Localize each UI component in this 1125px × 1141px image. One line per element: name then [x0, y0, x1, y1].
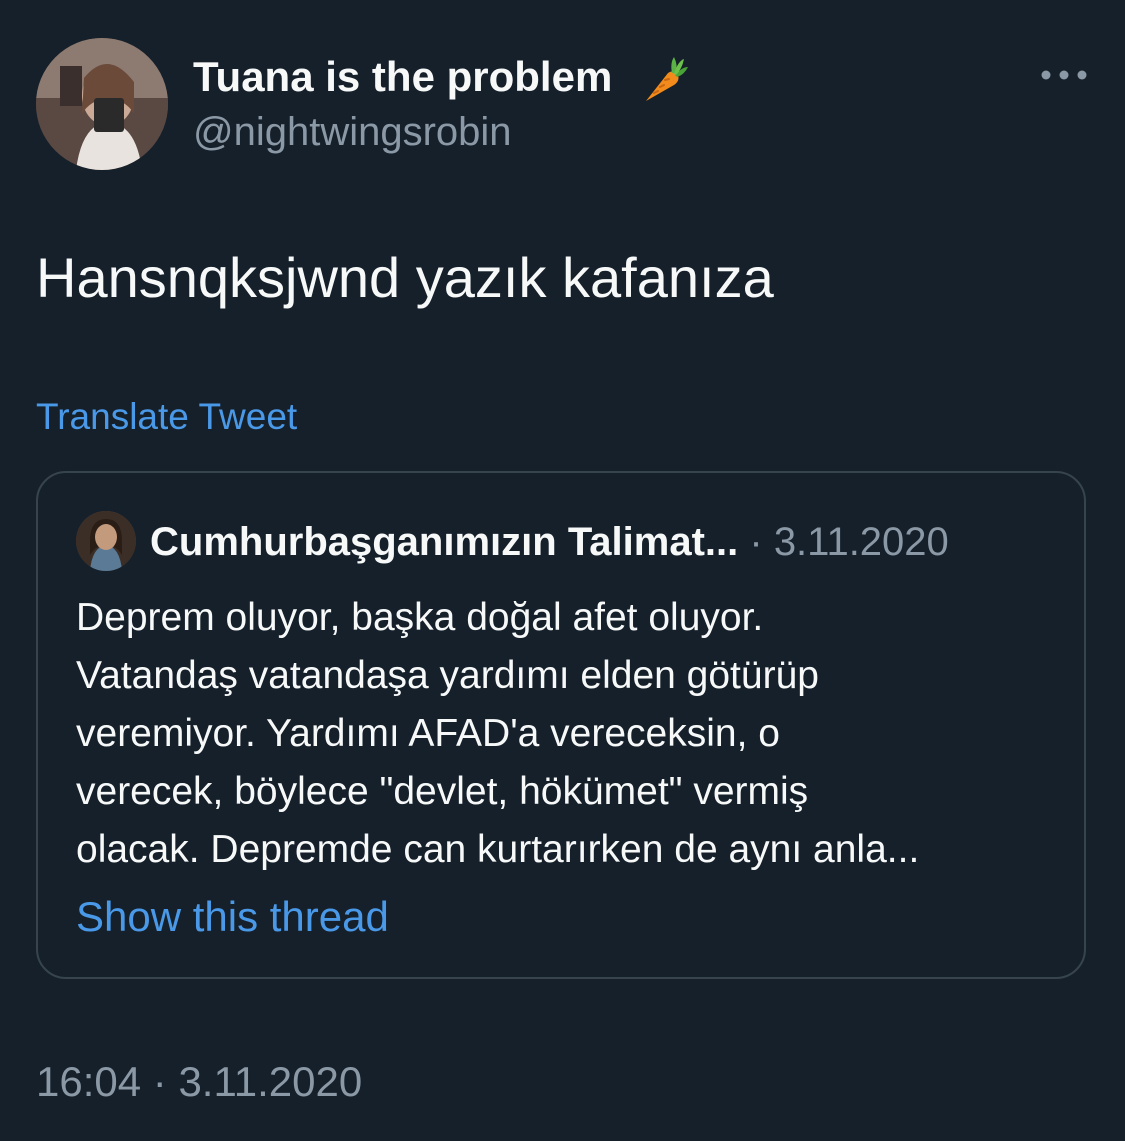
translate-tweet-link[interactable]: Translate Tweet [36, 395, 297, 439]
more-dots-icon [1041, 70, 1087, 80]
show-this-thread-link[interactable]: Show this thread [76, 891, 389, 943]
timestamp-date: 3.11.2020 [178, 1058, 363, 1105]
quoted-tweet-card[interactable]: Cumhurbaşganımızın Talimat... · 3.11.202… [36, 471, 1086, 979]
quoted-date: 3.11.2020 [773, 520, 949, 564]
quoted-header: Cumhurbaşganımızın Talimat... · 3.11.202… [150, 517, 949, 567]
tweet-timestamp[interactable]: 16:04 · 3.11.2020 [36, 1056, 362, 1108]
quoted-text-line: olacak. Depremde can kurtarırken de aynı… [76, 828, 920, 871]
quoted-text-line: verecek, böylece "devlet, hökümet" vermi… [76, 770, 809, 813]
timestamp-time: 16:04 [36, 1058, 142, 1105]
author-handle[interactable]: @nightwingsrobin [193, 108, 512, 156]
author-display-name-text: Tuana is the problem [193, 53, 613, 100]
carrot-emoji-icon [645, 56, 688, 101]
tweet: Tuana is the problem @nightwingsrobin Ha… [0, 0, 1125, 1141]
more-options-button[interactable] [1038, 58, 1090, 92]
author-avatar-photo [36, 38, 168, 170]
timestamp-separator: · [152, 1058, 167, 1105]
quoted-author-name: Cumhurbaşganımızın Talimat... [150, 520, 739, 564]
quoted-separator: · [749, 520, 763, 564]
quoted-text-line: Deprem oluyor, başka doğal afet oluyor. [76, 596, 764, 639]
quoted-text-line: Vatandaş vatandaşa yardımı elden götürüp [76, 654, 819, 697]
quoted-author-avatar [76, 511, 136, 571]
quoted-author-avatar-photo [76, 511, 136, 571]
author-avatar[interactable] [36, 38, 168, 170]
author-display-name[interactable]: Tuana is the problem [193, 52, 688, 105]
quoted-tweet-text: Deprem oluyor, başka doğal afet oluyor. … [76, 589, 1066, 879]
quoted-text-line: veremiyor. Yardımı AFAD'a vereceksin, o [76, 712, 780, 755]
tweet-text: Hansnqksjwnd yazık kafanıza [36, 246, 774, 309]
